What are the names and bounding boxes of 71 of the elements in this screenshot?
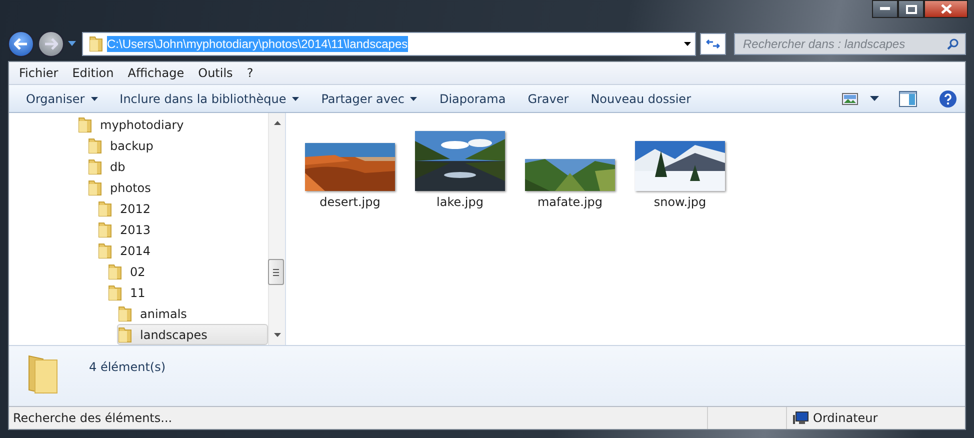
caret-icon[interactable] [870,96,879,101]
minimize-button[interactable] [872,0,898,18]
scroll-down-icon[interactable] [274,333,280,337]
forward-button[interactable] [38,30,64,57]
location-label: Ordinateur [813,411,878,425]
address-path: C:\Users\John\myphotodiary\photos\2014\11\landscapes [107,36,408,52]
folder-icon [118,306,132,322]
scrollbar-thumb[interactable] [268,259,284,285]
folder-icon [89,36,103,52]
folder-icon [78,116,92,132]
tree-item[interactable]: 2013 [97,219,268,240]
menu-item[interactable]: ? [240,64,260,82]
status-message: Recherche des éléments... [12,411,174,425]
folder-icon [88,138,102,154]
caret-icon [684,42,690,46]
folder-icon [108,264,122,280]
back-button[interactable] [8,30,34,57]
file-item[interactable]: snow.jpg [635,123,725,213]
tree-item[interactable]: 2012 [97,198,268,219]
tree-item[interactable]: animals [117,303,268,324]
close-button[interactable] [924,0,968,18]
file-item[interactable]: desert.jpg [305,123,395,213]
menu-item[interactable]: Outils [192,64,239,82]
refresh-button[interactable] [700,32,726,55]
folder-icon [88,158,102,174]
maximize-icon [906,4,916,14]
folder-icon [88,180,102,196]
tree-item[interactable]: backup [87,135,268,156]
tree-item[interactable]: photos [87,177,268,198]
toolbar-button[interactable]: Diaporama [430,88,515,108]
close-icon [940,4,952,14]
scrollbar[interactable] [268,113,285,345]
folder-icon [98,242,112,258]
preview-pane-icon[interactable] [899,90,917,106]
scroll-up-icon[interactable] [274,121,280,125]
item-count: 4 élément(s) [89,360,166,374]
search-icon [947,38,959,50]
toolbar-button[interactable]: Inclure dans la bibliothèque [110,88,308,108]
menu-item[interactable]: Fichier [13,64,64,82]
caret-icon [410,96,418,100]
menu-item[interactable]: Affichage [122,64,190,82]
tree-item[interactable]: landscapes [117,324,268,345]
tree-item[interactable]: myphotodiary [77,114,268,135]
search-field[interactable]: Rechercher dans : landscapes [734,32,966,55]
menu-item[interactable]: Edition [66,64,120,82]
file-item[interactable]: mafate.jpg [525,123,615,213]
caret-icon [292,96,300,100]
folder-icon [108,284,122,300]
arrow-right-icon [44,38,58,50]
tree-item[interactable]: db [87,156,268,177]
views-icon[interactable] [842,92,858,104]
folder-icon [27,354,59,394]
computer-icon [793,411,809,425]
file-item[interactable]: lake.jpg [415,123,505,213]
tree-item[interactable]: 2014 [97,240,268,261]
tree-item[interactable]: 11 [107,282,268,303]
folder-icon [118,326,132,342]
folder-icon [98,222,112,238]
folder-icon [98,200,112,216]
toolbar-button[interactable]: Graver [518,88,578,108]
arrow-left-icon [14,38,28,50]
toolbar-button[interactable]: Organiser [17,88,107,108]
refresh-icon [706,38,720,50]
minimize-icon [880,7,890,11]
toolbar-button[interactable]: Nouveau dossier [582,88,700,108]
history-dropdown-icon[interactable] [68,41,76,46]
tree-item[interactable]: 02 [107,261,268,282]
caret-icon [90,96,98,100]
maximize-button[interactable] [898,0,924,18]
help-icon[interactable] [939,90,957,108]
toolbar-button[interactable]: Partager avec [312,88,426,108]
